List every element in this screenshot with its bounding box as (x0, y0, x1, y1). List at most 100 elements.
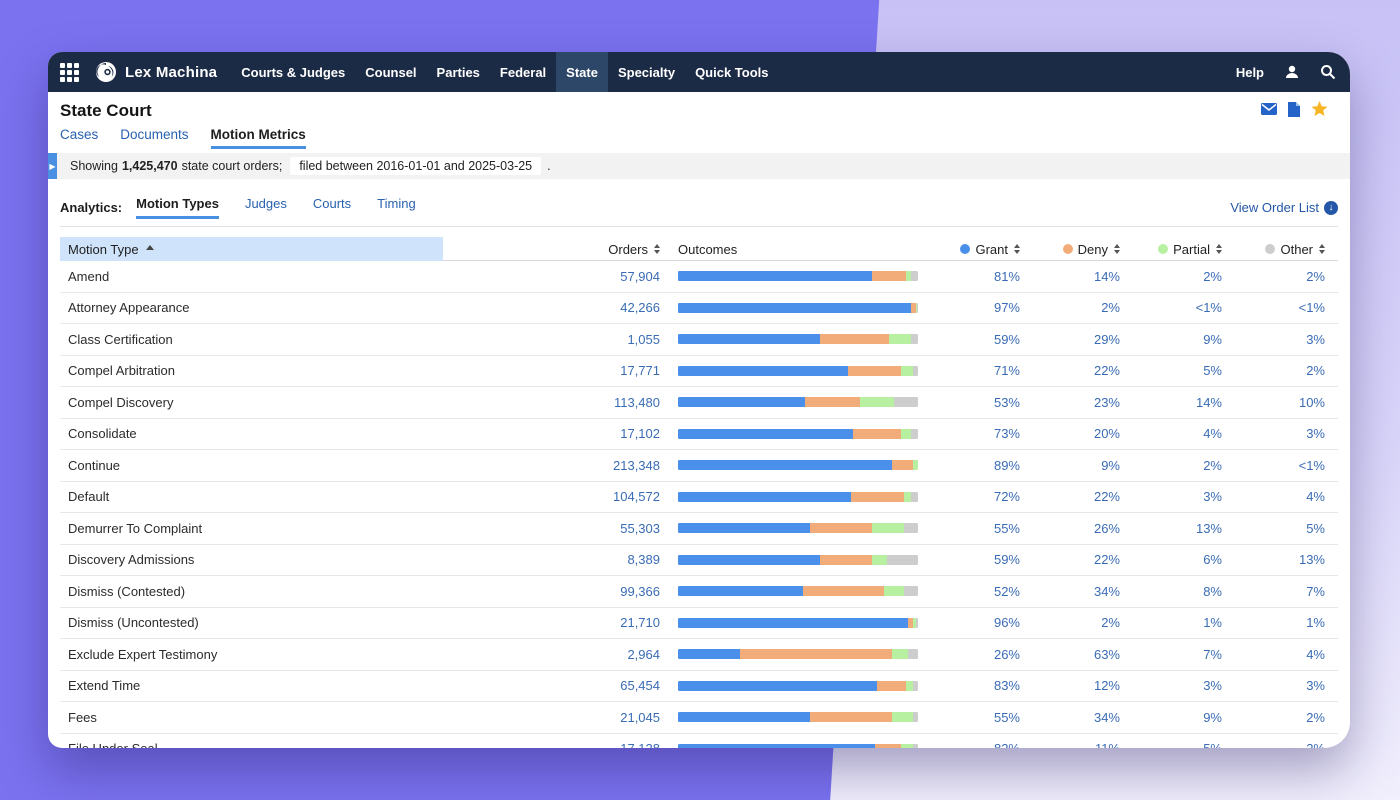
deny-percent[interactable]: 14% (1020, 269, 1120, 284)
other-percent[interactable]: 4% (1222, 647, 1325, 662)
other-percent[interactable]: 2% (1222, 363, 1325, 378)
favorite-star-icon[interactable] (1311, 101, 1328, 117)
other-percent[interactable]: 2% (1222, 710, 1325, 725)
orders-count[interactable]: 104,572 (443, 489, 660, 504)
outcomes-bar[interactable] (678, 555, 918, 565)
filter-expand-icon[interactable]: ▶ (48, 153, 57, 179)
deny-percent[interactable]: 11% (1020, 741, 1120, 748)
nav-item-specialty[interactable]: Specialty (608, 52, 685, 92)
outcomes-bar[interactable] (678, 429, 918, 439)
outcomes-bar[interactable] (678, 303, 918, 313)
deny-percent[interactable]: 22% (1020, 363, 1120, 378)
nav-item-quick-tools[interactable]: Quick Tools (685, 52, 778, 92)
other-percent[interactable]: 3% (1222, 678, 1325, 693)
deny-percent[interactable]: 34% (1020, 584, 1120, 599)
analytics-tab-motion-types[interactable]: Motion Types (136, 196, 219, 219)
apps-grid-icon[interactable] (60, 63, 79, 82)
grant-percent[interactable]: 52% (918, 584, 1020, 599)
orders-count[interactable]: 1,055 (443, 332, 660, 347)
analytics-tab-timing[interactable]: Timing (377, 196, 416, 219)
motion-type-header[interactable]: Motion Type (60, 237, 443, 261)
deny-percent[interactable]: 22% (1020, 552, 1120, 567)
grant-percent[interactable]: 83% (918, 678, 1020, 693)
outcomes-bar[interactable] (678, 271, 918, 281)
deny-percent[interactable]: 12% (1020, 678, 1120, 693)
other-percent[interactable]: 3% (1222, 426, 1325, 441)
grant-header[interactable]: Grant (918, 242, 1020, 257)
orders-count[interactable]: 21,710 (443, 615, 660, 630)
orders-count[interactable]: 8,389 (443, 552, 660, 567)
outcomes-bar[interactable] (678, 681, 918, 691)
other-percent[interactable]: 7% (1222, 584, 1325, 599)
nav-item-federal[interactable]: Federal (490, 52, 556, 92)
other-percent[interactable]: 2% (1222, 269, 1325, 284)
grant-percent[interactable]: 59% (918, 332, 1020, 347)
outcomes-bar[interactable] (678, 618, 918, 628)
orders-count[interactable]: 213,348 (443, 458, 660, 473)
grant-percent[interactable]: 59% (918, 552, 1020, 567)
other-percent[interactable]: 13% (1222, 552, 1325, 567)
deny-percent[interactable]: 63% (1020, 647, 1120, 662)
orders-count[interactable]: 65,454 (443, 678, 660, 693)
grant-percent[interactable]: 89% (918, 458, 1020, 473)
outcomes-bar[interactable] (678, 586, 918, 596)
grant-percent[interactable]: 71% (918, 363, 1020, 378)
grant-percent[interactable]: 55% (918, 521, 1020, 536)
partial-percent[interactable]: 14% (1120, 395, 1222, 410)
deny-percent[interactable]: 34% (1020, 710, 1120, 725)
other-percent[interactable]: 3% (1222, 332, 1325, 347)
email-icon[interactable] (1261, 103, 1277, 115)
other-percent[interactable]: 5% (1222, 521, 1325, 536)
orders-count[interactable]: 55,303 (443, 521, 660, 536)
user-icon[interactable] (1284, 64, 1300, 80)
deny-percent[interactable]: 20% (1020, 426, 1120, 441)
document-icon[interactable] (1288, 102, 1300, 117)
partial-percent[interactable]: 9% (1120, 332, 1222, 347)
orders-header[interactable]: Orders (443, 242, 660, 257)
partial-percent[interactable]: 5% (1120, 741, 1222, 748)
partial-percent[interactable]: 4% (1120, 426, 1222, 441)
nav-item-state[interactable]: State (556, 52, 608, 92)
other-percent[interactable]: <1% (1222, 300, 1325, 315)
partial-percent[interactable]: 5% (1120, 363, 1222, 378)
partial-header[interactable]: Partial (1120, 242, 1222, 257)
grant-percent[interactable]: 96% (918, 615, 1020, 630)
date-filter-chip[interactable]: filed between 2016-01-01 and 2025-03-25 (290, 157, 541, 175)
orders-count[interactable]: 21,045 (443, 710, 660, 725)
partial-percent[interactable]: 7% (1120, 647, 1222, 662)
deny-percent[interactable]: 2% (1020, 615, 1120, 630)
other-header[interactable]: Other (1222, 242, 1325, 257)
partial-percent[interactable]: 3% (1120, 489, 1222, 504)
outcomes-bar[interactable] (678, 334, 918, 344)
analytics-tab-judges[interactable]: Judges (245, 196, 287, 219)
deny-percent[interactable]: 2% (1020, 300, 1120, 315)
grant-percent[interactable]: 72% (918, 489, 1020, 504)
other-percent[interactable]: 1% (1222, 615, 1325, 630)
partial-percent[interactable]: 8% (1120, 584, 1222, 599)
other-percent[interactable]: 10% (1222, 395, 1325, 410)
orders-count[interactable]: 17,771 (443, 363, 660, 378)
brand[interactable]: Lex Machina (95, 61, 217, 83)
orders-count[interactable]: 2,964 (443, 647, 660, 662)
partial-percent[interactable]: 3% (1120, 678, 1222, 693)
orders-count[interactable]: 17,102 (443, 426, 660, 441)
tab-cases[interactable]: Cases (60, 127, 98, 149)
other-percent[interactable]: <1% (1222, 458, 1325, 473)
outcomes-bar[interactable] (678, 649, 918, 659)
grant-percent[interactable]: 82% (918, 741, 1020, 748)
outcomes-bar[interactable] (678, 712, 918, 722)
orders-count[interactable]: 113,480 (443, 395, 660, 410)
nav-item-parties[interactable]: Parties (427, 52, 490, 92)
partial-percent[interactable]: 1% (1120, 615, 1222, 630)
outcomes-bar[interactable] (678, 397, 918, 407)
grant-percent[interactable]: 53% (918, 395, 1020, 410)
orders-count[interactable]: 99,366 (443, 584, 660, 599)
orders-count[interactable]: 57,904 (443, 269, 660, 284)
outcomes-bar[interactable] (678, 460, 918, 470)
outcomes-bar[interactable] (678, 366, 918, 376)
other-percent[interactable]: 4% (1222, 489, 1325, 504)
grant-percent[interactable]: 97% (918, 300, 1020, 315)
tab-documents[interactable]: Documents (120, 127, 188, 149)
help-link[interactable]: Help (1236, 65, 1264, 80)
partial-percent[interactable]: 6% (1120, 552, 1222, 567)
